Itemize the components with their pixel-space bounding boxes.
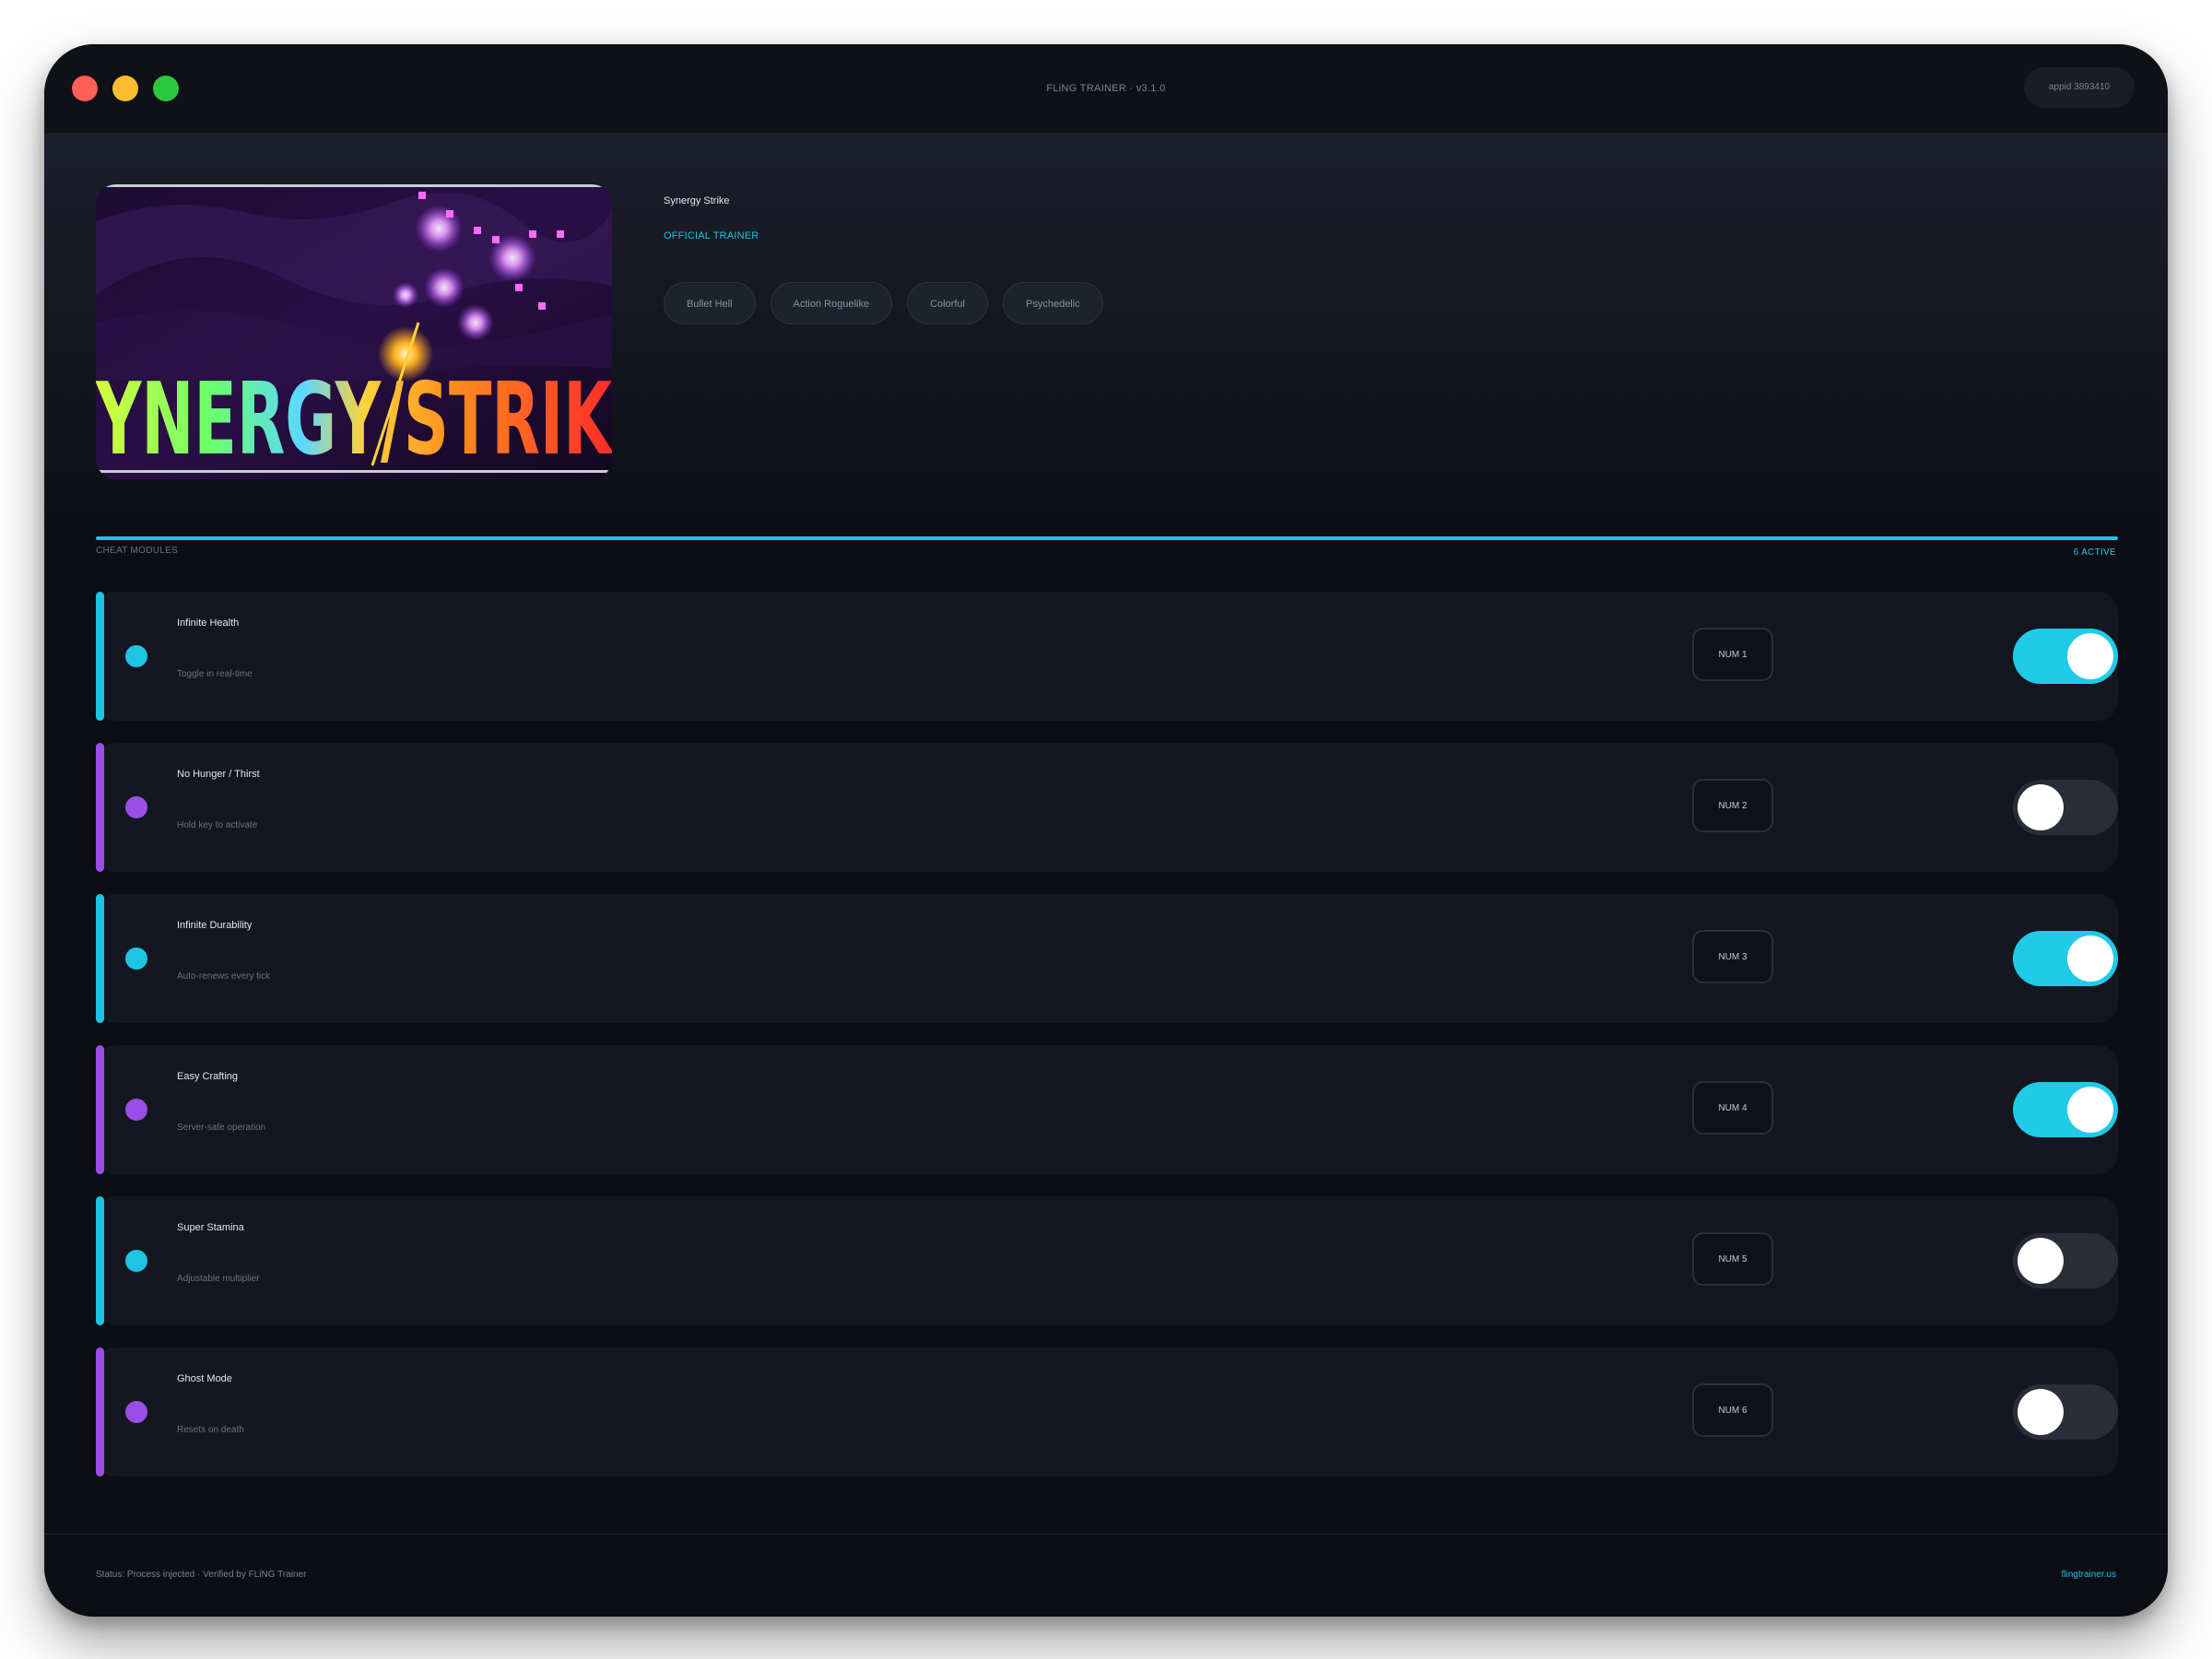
window-title: FLiNG TRAINER · v3.1.0 (1046, 83, 1166, 94)
accent-bar (96, 894, 104, 1023)
cheat-toggle[interactable] (2013, 1082, 2118, 1137)
cheat-description: Adjustable multiplier (177, 1274, 260, 1284)
cheat-row-infinite-durability: Infinite Durability Auto-renews every ti… (96, 894, 2118, 1023)
cheat-toggle[interactable] (2013, 780, 2118, 835)
website-link[interactable]: flingtrainer.us (2062, 1570, 2116, 1580)
cheat-row-no-hunger-thirst: No Hunger / Thirst Hold key to activate … (96, 743, 2118, 872)
cheat-name: Super Stamina (177, 1222, 244, 1233)
accent-bar (96, 1347, 104, 1477)
cheat-name: No Hunger / Thirst (177, 769, 260, 780)
tag-action-roguelike[interactable]: Action Roguelike (770, 282, 893, 324)
cheat-description: Server-safe operation (177, 1123, 266, 1133)
hotkey-badge[interactable]: NUM 1 (1692, 628, 1773, 681)
cheat-row-ghost-mode: Ghost Mode Resets on death NUM 6 (96, 1347, 2118, 1477)
cheat-name: Infinite Health (177, 618, 240, 629)
accent-bar (96, 743, 104, 872)
section-label: CHEAT MODULES (96, 546, 179, 556)
toggle-knob (2018, 784, 2064, 830)
cheat-name: Ghost Mode (177, 1373, 232, 1384)
game-title: Synergy Strike (664, 195, 730, 206)
status-indicator-dot (125, 947, 147, 970)
footer: Status: Process injected · Verified by F… (44, 1534, 2168, 1617)
cheat-description: Hold key to activate (177, 820, 258, 830)
active-count: 6 ACTIVE (2073, 547, 2116, 558)
status-indicator-dot (125, 796, 147, 818)
game-header: YNERGY/STRIK Synergy Strike OFFICIAL TRA… (44, 133, 2168, 535)
genre-tags: Bullet Hell Action Roguelike Colorful Ps… (664, 282, 1103, 324)
status-text: Status: Process injected · Verified by F… (96, 1570, 307, 1580)
cheat-row-super-stamina: Super Stamina Adjustable multiplier NUM … (96, 1196, 2118, 1325)
hotkey-badge[interactable]: NUM 6 (1692, 1383, 1773, 1437)
trainer-window: FLiNG TRAINER · v3.1.0 appid 3893410 YNE… (44, 44, 2168, 1617)
cheat-row-infinite-health: Infinite Health Toggle in real-time NUM … (96, 592, 2118, 721)
title-bar: FLiNG TRAINER · v3.1.0 appid 3893410 (44, 44, 2168, 134)
status-indicator-dot (125, 645, 147, 667)
appid-badge: appid 3893410 (2024, 67, 2135, 108)
toggle-knob (2018, 1389, 2064, 1435)
hotkey-badge[interactable]: NUM 5 (1692, 1232, 1773, 1286)
tag-colorful[interactable]: Colorful (907, 282, 988, 324)
cover-wordmark: YNERGY/STRIK (96, 362, 612, 477)
section-divider (96, 536, 2118, 540)
hotkey-badge[interactable]: NUM 3 (1692, 930, 1773, 983)
cheat-name: Easy Crafting (177, 1071, 239, 1082)
status-indicator-dot (125, 1099, 147, 1121)
status-indicator-dot (125, 1401, 147, 1423)
tag-bullet-hell[interactable]: Bullet Hell (664, 282, 756, 324)
tag-psychedelic[interactable]: Psychedelic (1003, 282, 1103, 324)
official-trainer-badge: OFFICIAL TRAINER (664, 230, 759, 241)
toggle-knob (2067, 935, 2113, 982)
accent-bar (96, 1196, 104, 1325)
cheat-toggle[interactable] (2013, 931, 2118, 986)
cheat-row-easy-crafting: Easy Crafting Server-safe operation NUM … (96, 1045, 2118, 1174)
cheat-name: Infinite Durability (177, 920, 253, 931)
cheat-toggle[interactable] (2013, 629, 2118, 684)
cheat-description: Toggle in real-time (177, 669, 253, 679)
toggle-knob (2067, 633, 2113, 679)
cheat-description: Resets on death (177, 1425, 244, 1435)
game-cover-art: YNERGY/STRIK (96, 184, 612, 479)
hotkey-badge[interactable]: NUM 2 (1692, 779, 1773, 832)
status-indicator-dot (125, 1250, 147, 1272)
cheat-toggle[interactable] (2013, 1384, 2118, 1440)
cheat-description: Auto-renews every tick (177, 971, 271, 982)
hotkey-badge[interactable]: NUM 4 (1692, 1081, 1773, 1135)
accent-bar (96, 1045, 104, 1174)
toggle-knob (2018, 1238, 2064, 1284)
cheat-toggle[interactable] (2013, 1233, 2118, 1288)
accent-bar (96, 592, 104, 721)
toggle-knob (2067, 1087, 2113, 1133)
